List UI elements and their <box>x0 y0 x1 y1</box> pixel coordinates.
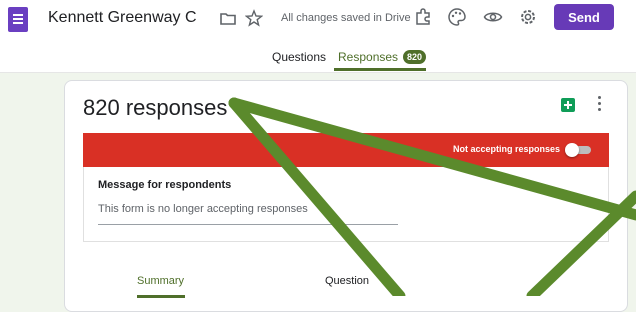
send-button[interactable]: Send <box>554 4 614 30</box>
accepting-responses-label: Not accepting responses <box>453 144 561 154</box>
accepting-responses-toggle[interactable] <box>565 143 593 157</box>
active-subtab-indicator <box>137 295 185 298</box>
addon-icon[interactable] <box>413 7 433 27</box>
save-status: All changes saved in Drive <box>281 12 411 24</box>
respondent-message-section: Message for respondents This form is no … <box>83 167 609 242</box>
sheets-icon[interactable] <box>561 98 575 112</box>
eye-icon[interactable] <box>483 7 503 27</box>
tab-questions[interactable]: Questions <box>272 50 326 64</box>
responses-count-title: 820 responses <box>83 95 228 120</box>
message-label: Message for respondents <box>98 179 232 191</box>
tab-responses[interactable]: Responses 820 <box>338 50 427 64</box>
gear-icon[interactable] <box>518 7 538 27</box>
forms-logo-icon[interactable] <box>8 7 28 32</box>
responses-count-badge: 820 <box>403 50 427 64</box>
subtab-question[interactable]: Question <box>325 275 369 287</box>
tab-responses-label: Responses <box>338 50 399 64</box>
accepting-responses-banner: Not accepting responses <box>83 133 609 167</box>
folder-icon[interactable] <box>219 10 237 28</box>
message-field[interactable]: This form is no longer accepting respons… <box>98 203 398 225</box>
more-options-icon[interactable] <box>597 96 603 114</box>
responses-card: 820 responses Not accepting responses Me… <box>64 80 628 312</box>
palette-icon[interactable] <box>447 7 467 27</box>
active-tab-indicator <box>334 68 426 71</box>
app-header: Kennett Greenway Commur All changes save… <box>0 0 636 73</box>
subtab-summary[interactable]: Summary <box>137 275 184 287</box>
star-icon[interactable] <box>245 9 263 27</box>
form-title[interactable]: Kennett Greenway Commur <box>48 9 196 27</box>
